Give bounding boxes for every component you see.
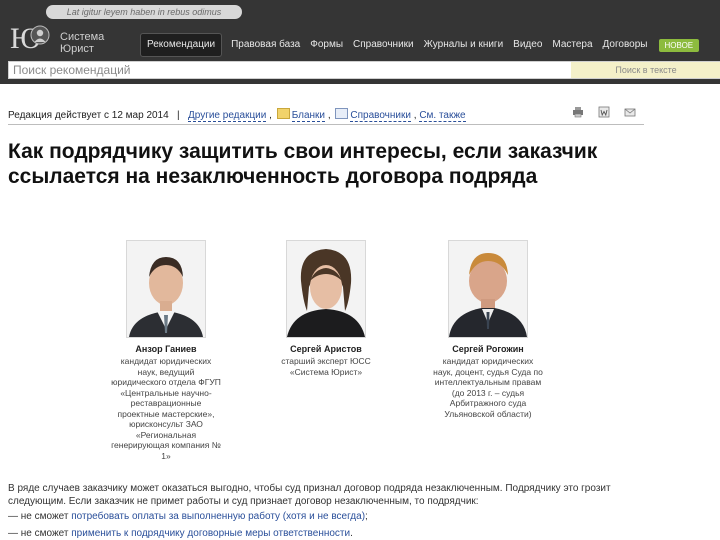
other-editions-link[interactable]: Другие редакции — [187, 110, 267, 122]
edition-divider — [8, 124, 644, 125]
author-name: Сергей Рогожин — [452, 344, 524, 354]
references-link[interactable]: Справочники — [350, 110, 411, 122]
logo-line1: Система — [60, 31, 105, 43]
search-bar: Поиск в тексте — [8, 61, 720, 79]
logo-line2: Юрист — [60, 43, 94, 55]
blanks-link[interactable]: Бланки — [291, 110, 326, 122]
edition-bar: Редакция действует с 12 мар 2014 | Други… — [8, 106, 644, 122]
author-description: кандидат юридических наук, ведущий юриди… — [111, 356, 221, 461]
author-photo — [286, 240, 366, 338]
author-description: старший эксперт ЮСС «Система Юрист» — [281, 356, 371, 377]
author-description: кандидат юридических наук, доцент, судья… — [433, 356, 543, 419]
header-tooltip: Lat igitur leyem haben in rebus odimus — [46, 5, 242, 19]
nav-item-reference[interactable]: Справочники — [348, 33, 419, 57]
app-header: Lat igitur leyem haben in rebus odimus Ю… — [0, 0, 720, 84]
author-card: Сергей Рогожин кандидат юридических наук… — [433, 240, 543, 419]
nav-item-contracts[interactable]: Договоры — [598, 33, 653, 57]
reference-icon — [335, 108, 349, 119]
author-photo — [126, 240, 206, 338]
pay-demand-link[interactable]: потребовать оплаты за выполненную работу… — [71, 511, 365, 522]
author-photo — [448, 240, 528, 338]
nav-item-video[interactable]: Видео — [508, 33, 547, 57]
nav-item-recommendations[interactable]: Рекомендации — [140, 33, 223, 57]
edition-date: Редакция действует с 12 мар 2014 — [8, 110, 169, 121]
intro-paragraph: В ряде случаев заказчику может оказаться… — [8, 483, 611, 507]
logo-text[interactable]: Система Юрист — [60, 31, 104, 55]
new-badge[interactable]: НОВОЕ — [658, 38, 700, 52]
article-title: Как подрядчику защитить свои интересы, е… — [8, 140, 598, 188]
nav-item-journals[interactable]: Журналы и книги — [419, 33, 509, 57]
search-input[interactable] — [9, 62, 573, 78]
list-item: — не сможет потребовать оплаты за выполн… — [8, 510, 368, 523]
list-item-suffix: . — [350, 528, 353, 539]
nav-item-wizards[interactable]: Мастера — [547, 33, 597, 57]
word-export-icon[interactable] — [598, 106, 610, 118]
author-name: Сергей Аристов — [290, 344, 362, 354]
author-name: Анзор Ганиев — [135, 344, 197, 354]
liability-link[interactable]: применить к подрядчику договорные меры о… — [71, 528, 350, 539]
list-item-prefix: — не сможет — [8, 528, 72, 539]
list-item-prefix: — не сможет — [8, 511, 72, 522]
logo-icon[interactable]: Ю — [10, 20, 50, 54]
search-in-text-button[interactable]: Поиск в тексте — [571, 62, 720, 78]
author-card: Анзор Ганиев кандидат юридических наук, … — [111, 240, 221, 461]
see-also-link[interactable]: См. также — [419, 110, 466, 122]
blank-icon — [276, 108, 290, 119]
list-item: — не сможет применить к подрядчику догов… — [8, 527, 353, 540]
list-item-suffix: ; — [365, 511, 368, 522]
print-icon[interactable] — [572, 106, 584, 118]
nav-item-legal-base[interactable]: Правовая база — [226, 33, 305, 57]
email-icon[interactable] — [624, 106, 636, 118]
main-nav: Рекомендации Правовая база Формы Справоч… — [140, 33, 700, 57]
author-card: Сергей Аристов старший эксперт ЮСС «Сист… — [271, 240, 381, 377]
tool-icons — [572, 106, 636, 118]
nav-item-forms[interactable]: Формы — [305, 33, 348, 57]
